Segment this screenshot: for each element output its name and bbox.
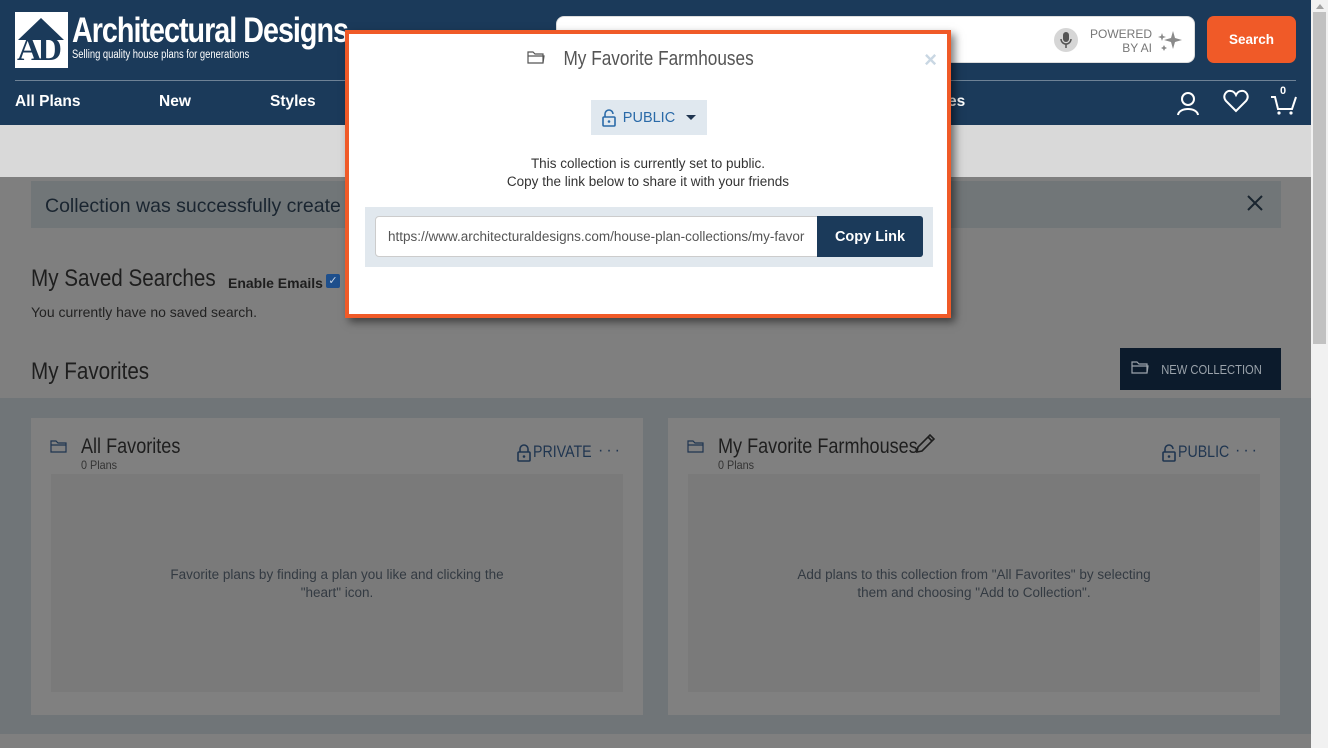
modal-close-button[interactable]: × [924,49,937,71]
cart-icon[interactable]: 0 [1268,85,1300,117]
modal-description: This collection is currently set to publ… [506,156,790,189]
privacy-dropdown[interactable]: PUBLIC [591,100,707,135]
collection-empty-area: Favorite plans by finding a plan you lik… [51,474,623,692]
modal-title: My Favorite Farmhouses [351,48,945,71]
pencil-icon[interactable] [913,432,937,461]
collection-empty-text: Favorite plans by finding a plan you lik… [170,567,504,600]
alert-text: Collection was successfully create [45,195,341,217]
folder-icon [50,439,68,454]
logo-mark-text: AD [17,31,62,68]
collection-name[interactable]: All Favorites [81,435,180,459]
close-icon[interactable] [1243,191,1267,215]
scroll-thumb[interactable] [1313,12,1326,344]
powered-by-ai-label: POWERED BY AI [1090,27,1153,55]
collection-empty-area: Add plans to this collection from "All F… [688,474,1260,692]
search-button[interactable]: Search [1207,16,1296,63]
more-options-icon[interactable]: ··· [598,442,623,460]
lock-icon [517,443,531,462]
folder-icon [527,48,545,71]
enable-emails-label: Enable Emails [228,275,323,291]
cart-count: 0 [1280,85,1287,97]
bottom-strip [0,734,1311,748]
nav-styles[interactable]: Styles [270,93,316,111]
collection-count: 0 Plans [81,458,118,472]
saved-searches-empty-text: You currently have no saved search. [31,304,257,320]
nav-new[interactable]: New [159,93,191,111]
heart-icon[interactable] [1222,87,1250,115]
share-link-area: Copy Link [365,207,933,267]
logo-tagline: Selling quality house plans for generati… [72,49,250,61]
share-collection-modal: My Favorite Farmhouses × PUBLIC This col… [345,30,951,318]
share-link-input[interactable] [375,216,818,257]
unlock-icon [1162,443,1176,462]
privacy-dropdown-value: PUBLIC [622,109,676,126]
enable-emails-checkbox[interactable]: ✓ [326,274,340,288]
unlock-icon [601,108,616,127]
collection-empty-text: Add plans to this collection from "All F… [797,567,1151,600]
logo-mark: AD [15,12,68,68]
new-collection-button[interactable]: NEW COLLECTION [1120,348,1281,390]
scroll-up-arrow[interactable] [1311,0,1328,12]
nav-all-plans[interactable]: All Plans [15,93,80,111]
page-scrollbar[interactable] [1311,0,1328,748]
copy-link-button[interactable]: Copy Link [817,216,923,257]
collection-name[interactable]: My Favorite Farmhouses [718,435,918,459]
collections-area: All Favorites 0 Plans PRIVATE ··· Favori… [0,398,1311,734]
collection-count: 0 Plans [718,458,755,472]
microphone-icon[interactable] [1054,28,1078,52]
saved-searches-title: My Saved Searches [31,265,216,292]
privacy-toggle[interactable]: PRIVATE [517,443,601,462]
logo-title: Architectural Designs [72,11,349,50]
collection-card[interactable]: All Favorites 0 Plans PRIVATE ··· Favori… [31,418,643,715]
folder-icon [1131,360,1149,378]
sparkle-icon [1157,29,1183,57]
user-icon[interactable] [1174,89,1202,117]
favorites-title: My Favorites [31,358,150,385]
collection-card[interactable]: My Favorite Farmhouses 0 Plans PUBLIC ··… [668,418,1280,715]
privacy-toggle[interactable]: PUBLIC [1162,443,1238,462]
chevron-down-icon [686,115,697,120]
folder-icon [687,439,705,454]
more-options-icon[interactable]: ··· [1235,442,1260,460]
